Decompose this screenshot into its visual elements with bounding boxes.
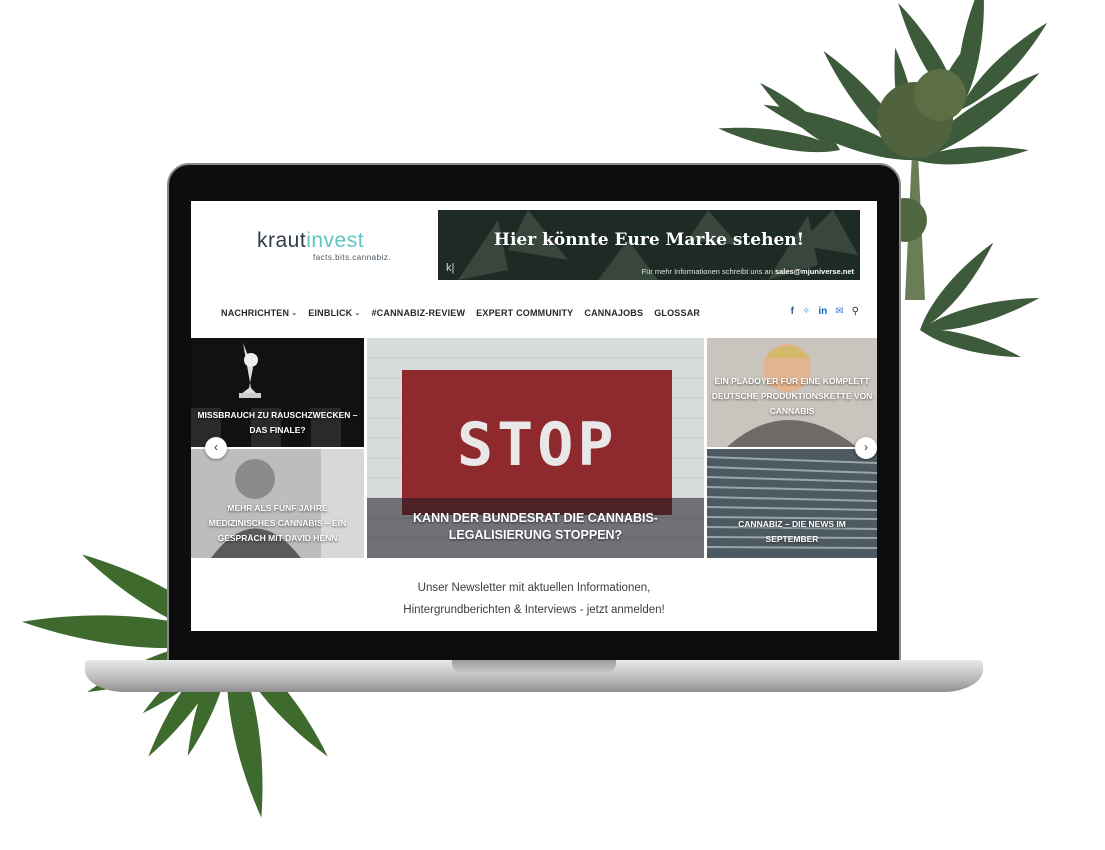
nav-label: NACHRICHTEN [221,308,290,318]
logo-tagline: facts.bits.cannabiz. [313,253,392,262]
nav-label: EINBLICK [308,308,353,318]
laptop-notch [452,660,616,673]
nav-item-expert-community[interactable]: EXPERT COMMUNITY [476,308,573,318]
website-screen: krautinvest facts.bits.cannabiz. Hier kö… [191,201,877,631]
facebook-icon[interactable]: f [791,306,794,317]
banner-subtext: Für mehr Informationen schreibt uns an s… [642,267,854,276]
tile-title: CANNABIZ – DIE NEWS IM SEPTEMBER [738,519,846,544]
slider-tile[interactable]: CANNABIZ – DIE NEWS IM SEPTEMBER [707,449,877,558]
logo-main-text: kraut [257,229,307,252]
nav-item-glossar[interactable]: GLOSSAR [654,308,700,318]
tile-title: KANN DER BUNDESRAT DIE CANNABIS-LEGALISI… [413,511,658,542]
tile-title: MISSBRAUCH ZU RAUSCHZWECKEN – DAS FINALE… [197,410,358,435]
nav-item-nachrichten[interactable]: NACHRICHTEN ⌄ [221,308,297,318]
chevron-down-icon: ⌄ [291,310,298,317]
newsletter-line-2[interactable]: Hintergrundberichten & Interviews - jetz… [191,599,877,621]
chevron-left-icon[interactable]: ‹ [205,437,227,459]
newsletter-line-1: Unser Newsletter mit aktuellen Informati… [417,582,651,594]
featured-slider: MISSBRAUCH ZU RAUSCHZWECKEN – DAS FINALE… [191,338,877,558]
site-logo[interactable]: krautinvest facts.bits.cannabiz. [221,223,411,265]
twitter-icon[interactable]: ✧ [802,306,810,317]
ad-banner[interactable]: Hier könnte Eure Marke stehen! k| Für me… [438,210,860,280]
main-nav: NACHRICHTEN ⌄ EINBLICK ⌄ #CANNABIZ-REVIEW … [221,308,700,318]
nav-label: CANNAJOBS [584,308,644,318]
mail-icon[interactable]: ✉ [835,306,843,317]
nav-item-einblick[interactable]: EINBLICK ⌄ [308,308,360,318]
banner-sub-prefix: Für mehr Informationen schreibt uns an [641,267,775,276]
nav-label: GLOSSAR [654,308,701,318]
stop-sign-text: STOP [457,410,618,480]
search-icon[interactable]: ⚲ [852,306,859,317]
social-links: f ✧ in ✉ ⚲ [791,306,859,317]
banner-email[interactable]: sales@mjuniverse.net [775,267,854,276]
nav-item-cannabiz-review[interactable]: #CANNABIZ-REVIEW [371,308,465,318]
newsletter-teaser: Unser Newsletter mit aktuellen Informati… [191,577,877,621]
chevron-down-icon: ⌄ [354,310,361,317]
nav-label: #CANNABIZ-REVIEW [371,308,466,318]
tile-title: MEHR ALS FÜNF JAHRE MEDIZINISCHES CANNAB… [208,503,347,543]
slider-tile[interactable]: EIN PLÄDOYER FÜR EINE KOMPLETT DEUTSCHE … [707,338,877,447]
linkedin-icon[interactable]: in [818,306,827,317]
tile-title: EIN PLÄDOYER FÜR EINE KOMPLETT DEUTSCHE … [711,376,873,416]
nav-item-cannajobs[interactable]: CANNAJOBS [584,308,643,318]
slider-tile[interactable]: MEHR ALS FÜNF JAHRE MEDIZINISCHES CANNAB… [191,449,364,558]
logo-accent-text: invest [306,229,365,252]
slider-tile[interactable]: MISSBRAUCH ZU RAUSCHZWECKEN – DAS FINALE… [191,338,364,447]
slider-tile-featured[interactable]: STOP KANN DER BUNDESRAT DIE CANNABIS-LEG… [367,338,704,558]
chevron-right-icon[interactable]: › [855,437,877,459]
banner-headline: Hier könnte Eure Marke stehen! [493,230,805,250]
banner-brand-mark: k| [446,262,455,274]
nav-label: EXPERT COMMUNITY [476,308,574,318]
